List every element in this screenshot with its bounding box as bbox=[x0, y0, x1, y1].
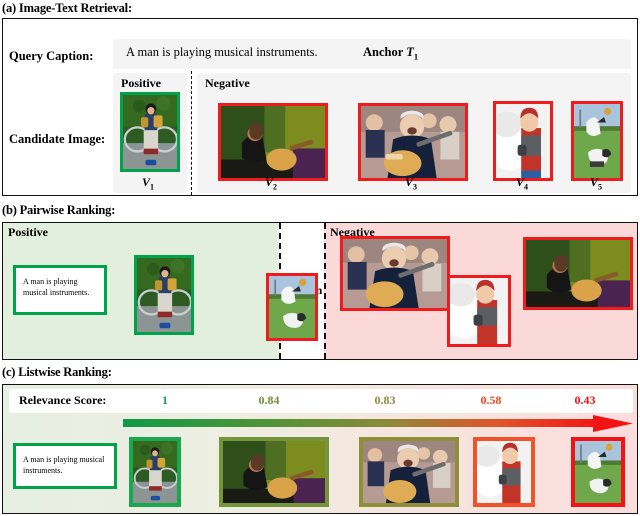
v4-symbol: V bbox=[516, 175, 525, 189]
v1-symbol: V bbox=[142, 175, 151, 189]
v1-sub: 1 bbox=[150, 182, 155, 192]
margin-divider-right bbox=[324, 223, 326, 359]
candidate-label-v1: V1 bbox=[142, 175, 154, 191]
relevance-score-bar: Relevance Score: 1 0.84 0.83 0.58 0.43 bbox=[9, 389, 633, 413]
v5-symbol: V bbox=[590, 175, 599, 189]
panel-image-text-retrieval: Query Caption: A man is playing musical … bbox=[2, 18, 638, 196]
negative-image-b-2[interactable] bbox=[340, 236, 450, 311]
v2-sub: 2 bbox=[273, 182, 278, 192]
section-title-b: (b) Pairwise Ranking: bbox=[2, 203, 116, 217]
negative-header-a: Negative bbox=[205, 76, 250, 90]
query-caption-text-b: A man is playing musical instruments. bbox=[23, 277, 90, 297]
query-caption-label: Query Caption: bbox=[9, 49, 94, 63]
relevance-score-label: Relevance Score: bbox=[19, 393, 107, 407]
query-caption-text: A man is playing musical instruments. bbox=[126, 45, 318, 59]
panel-pairwise-ranking: Positive Negative Margin A man is playin… bbox=[2, 222, 638, 360]
negative-image-b-4[interactable] bbox=[523, 237, 633, 310]
anchor-label: Anchor T1 bbox=[363, 45, 418, 62]
positive-negative-divider-a bbox=[191, 71, 192, 195]
candidate-image-label: Candidate Image: bbox=[9, 132, 106, 146]
positive-image-b[interactable] bbox=[134, 255, 194, 335]
v2-symbol: V bbox=[265, 175, 274, 189]
candidate-image-v4[interactable] bbox=[493, 101, 553, 181]
relevance-score-v4: 0.58 bbox=[480, 393, 502, 407]
candidate-label-v2: V2 bbox=[265, 175, 277, 191]
listwise-image-5[interactable] bbox=[571, 437, 625, 507]
candidate-label-v5: V5 bbox=[590, 175, 602, 191]
listwise-image-4[interactable] bbox=[473, 437, 535, 507]
relevance-score-v2: 0.84 bbox=[258, 393, 280, 407]
candidate-image-v1[interactable] bbox=[120, 92, 180, 172]
section-title-c: (c) Listwise Ranking: bbox=[2, 365, 112, 379]
relevance-score-v3: 0.83 bbox=[374, 393, 396, 407]
relevance-score-v1: 1 bbox=[162, 393, 168, 407]
positive-header-a: Positive bbox=[121, 76, 161, 90]
query-caption-box-b: A man is playing musical instruments. bbox=[13, 265, 107, 315]
section-title-a: (a) Image-Text Retrieval: bbox=[2, 1, 132, 15]
listwise-image-2[interactable] bbox=[219, 437, 329, 507]
relevance-score-v5: 0.43 bbox=[574, 393, 596, 407]
v3-sub: 3 bbox=[413, 182, 418, 192]
listwise-image-3[interactable] bbox=[359, 437, 459, 507]
negative-image-b-1[interactable] bbox=[266, 273, 318, 341]
relevance-gradient-arrow bbox=[123, 415, 633, 433]
v5-sub: 5 bbox=[598, 182, 603, 192]
positive-header-b: Positive bbox=[8, 225, 48, 239]
query-caption-box: A man is playing musical instruments. An… bbox=[113, 39, 631, 69]
v4-sub: 4 bbox=[524, 182, 529, 192]
negative-image-b-3[interactable] bbox=[447, 275, 511, 347]
query-caption-text-c: A man is playing musical instruments. bbox=[23, 455, 105, 475]
candidate-image-v5[interactable] bbox=[571, 101, 623, 181]
candidate-label-v3: V3 bbox=[405, 175, 417, 191]
anchor-subscript: 1 bbox=[413, 51, 419, 62]
candidate-image-v2[interactable] bbox=[218, 103, 328, 181]
v3-symbol: V bbox=[405, 175, 414, 189]
candidate-label-v4: V4 bbox=[516, 175, 528, 191]
candidate-image-v3[interactable] bbox=[358, 103, 468, 181]
listwise-image-1[interactable] bbox=[129, 437, 181, 507]
panel-listwise-ranking: Relevance Score: 1 0.84 0.83 0.58 0.43 A… bbox=[2, 384, 638, 514]
query-caption-box-c: A man is playing musical instruments. bbox=[13, 443, 117, 489]
anchor-symbol: T bbox=[406, 45, 414, 59]
figure-root: (a) Image-Text Retrieval: Query Caption:… bbox=[0, 0, 640, 516]
anchor-prefix: Anchor bbox=[363, 45, 407, 59]
